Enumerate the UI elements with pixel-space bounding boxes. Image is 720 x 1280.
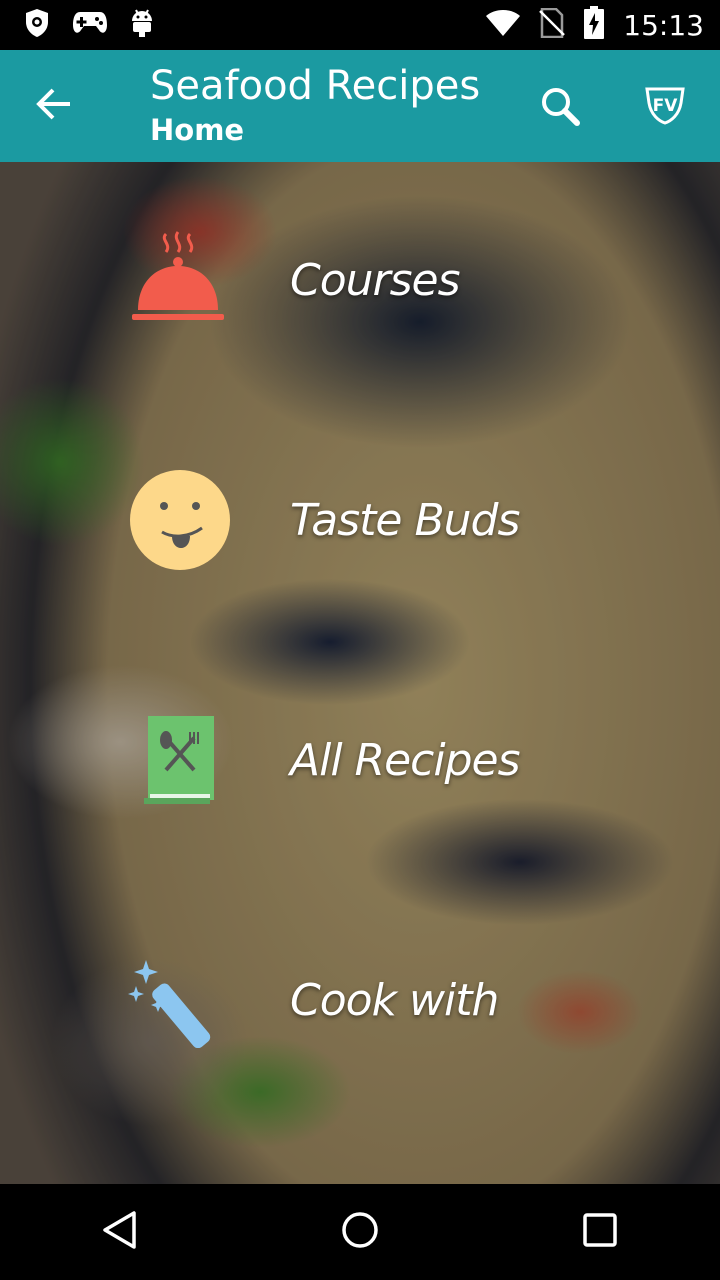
main-content: Courses Taste Buds All Recipes Cook with bbox=[0, 162, 720, 1184]
menu-label-cook-with: Cook with bbox=[290, 974, 499, 1026]
shield-icon bbox=[24, 8, 50, 43]
nav-home-button[interactable] bbox=[320, 1192, 400, 1272]
tongue-face-icon bbox=[120, 465, 240, 575]
battery-charging-icon bbox=[583, 5, 605, 45]
svg-text:FV: FV bbox=[653, 96, 679, 116]
back-arrow-icon bbox=[36, 88, 72, 125]
back-button[interactable] bbox=[26, 80, 82, 132]
gamepad-icon bbox=[72, 10, 108, 41]
status-right-icons: 15:13 bbox=[485, 5, 704, 45]
menu-label-all-recipes: All Recipes bbox=[290, 734, 521, 786]
menu-label-courses: Courses bbox=[290, 254, 461, 306]
app-titles: Seafood Recipes Home bbox=[150, 62, 480, 150]
nav-back-button[interactable] bbox=[80, 1192, 160, 1272]
menu-label-taste-buds: Taste Buds bbox=[290, 494, 520, 546]
fv-logo-icon: FV bbox=[645, 85, 685, 130]
nav-recents-button[interactable] bbox=[560, 1192, 640, 1272]
menu-item-cook-with[interactable]: Cook with bbox=[120, 940, 680, 1060]
back-triangle-icon bbox=[100, 1210, 140, 1255]
no-sim-icon bbox=[539, 7, 566, 43]
menu-item-all-recipes[interactable]: All Recipes bbox=[120, 700, 680, 820]
app-bar: Seafood Recipes Home FV bbox=[0, 50, 720, 162]
home-circle-icon bbox=[340, 1210, 380, 1255]
status-left-icons bbox=[24, 8, 154, 43]
status-bar: 15:13 bbox=[0, 0, 720, 50]
navigation-bar bbox=[0, 1184, 720, 1280]
menu-item-courses[interactable]: Courses bbox=[120, 220, 680, 340]
page-subtitle: Home bbox=[150, 113, 245, 147]
wifi-icon bbox=[485, 9, 521, 42]
recipe-book-icon bbox=[120, 705, 240, 815]
serving-cloche-icon bbox=[120, 225, 240, 335]
menu-item-taste-buds[interactable]: Taste Buds bbox=[120, 460, 680, 580]
search-icon bbox=[539, 85, 581, 132]
recents-square-icon bbox=[582, 1212, 618, 1253]
clock-time: 15:13 bbox=[623, 8, 704, 42]
android-icon bbox=[130, 8, 154, 43]
magic-wand-icon bbox=[120, 945, 240, 1055]
search-button[interactable] bbox=[534, 82, 586, 134]
app-title: Seafood Recipes bbox=[150, 63, 481, 109]
fv-button[interactable]: FV bbox=[638, 80, 692, 134]
